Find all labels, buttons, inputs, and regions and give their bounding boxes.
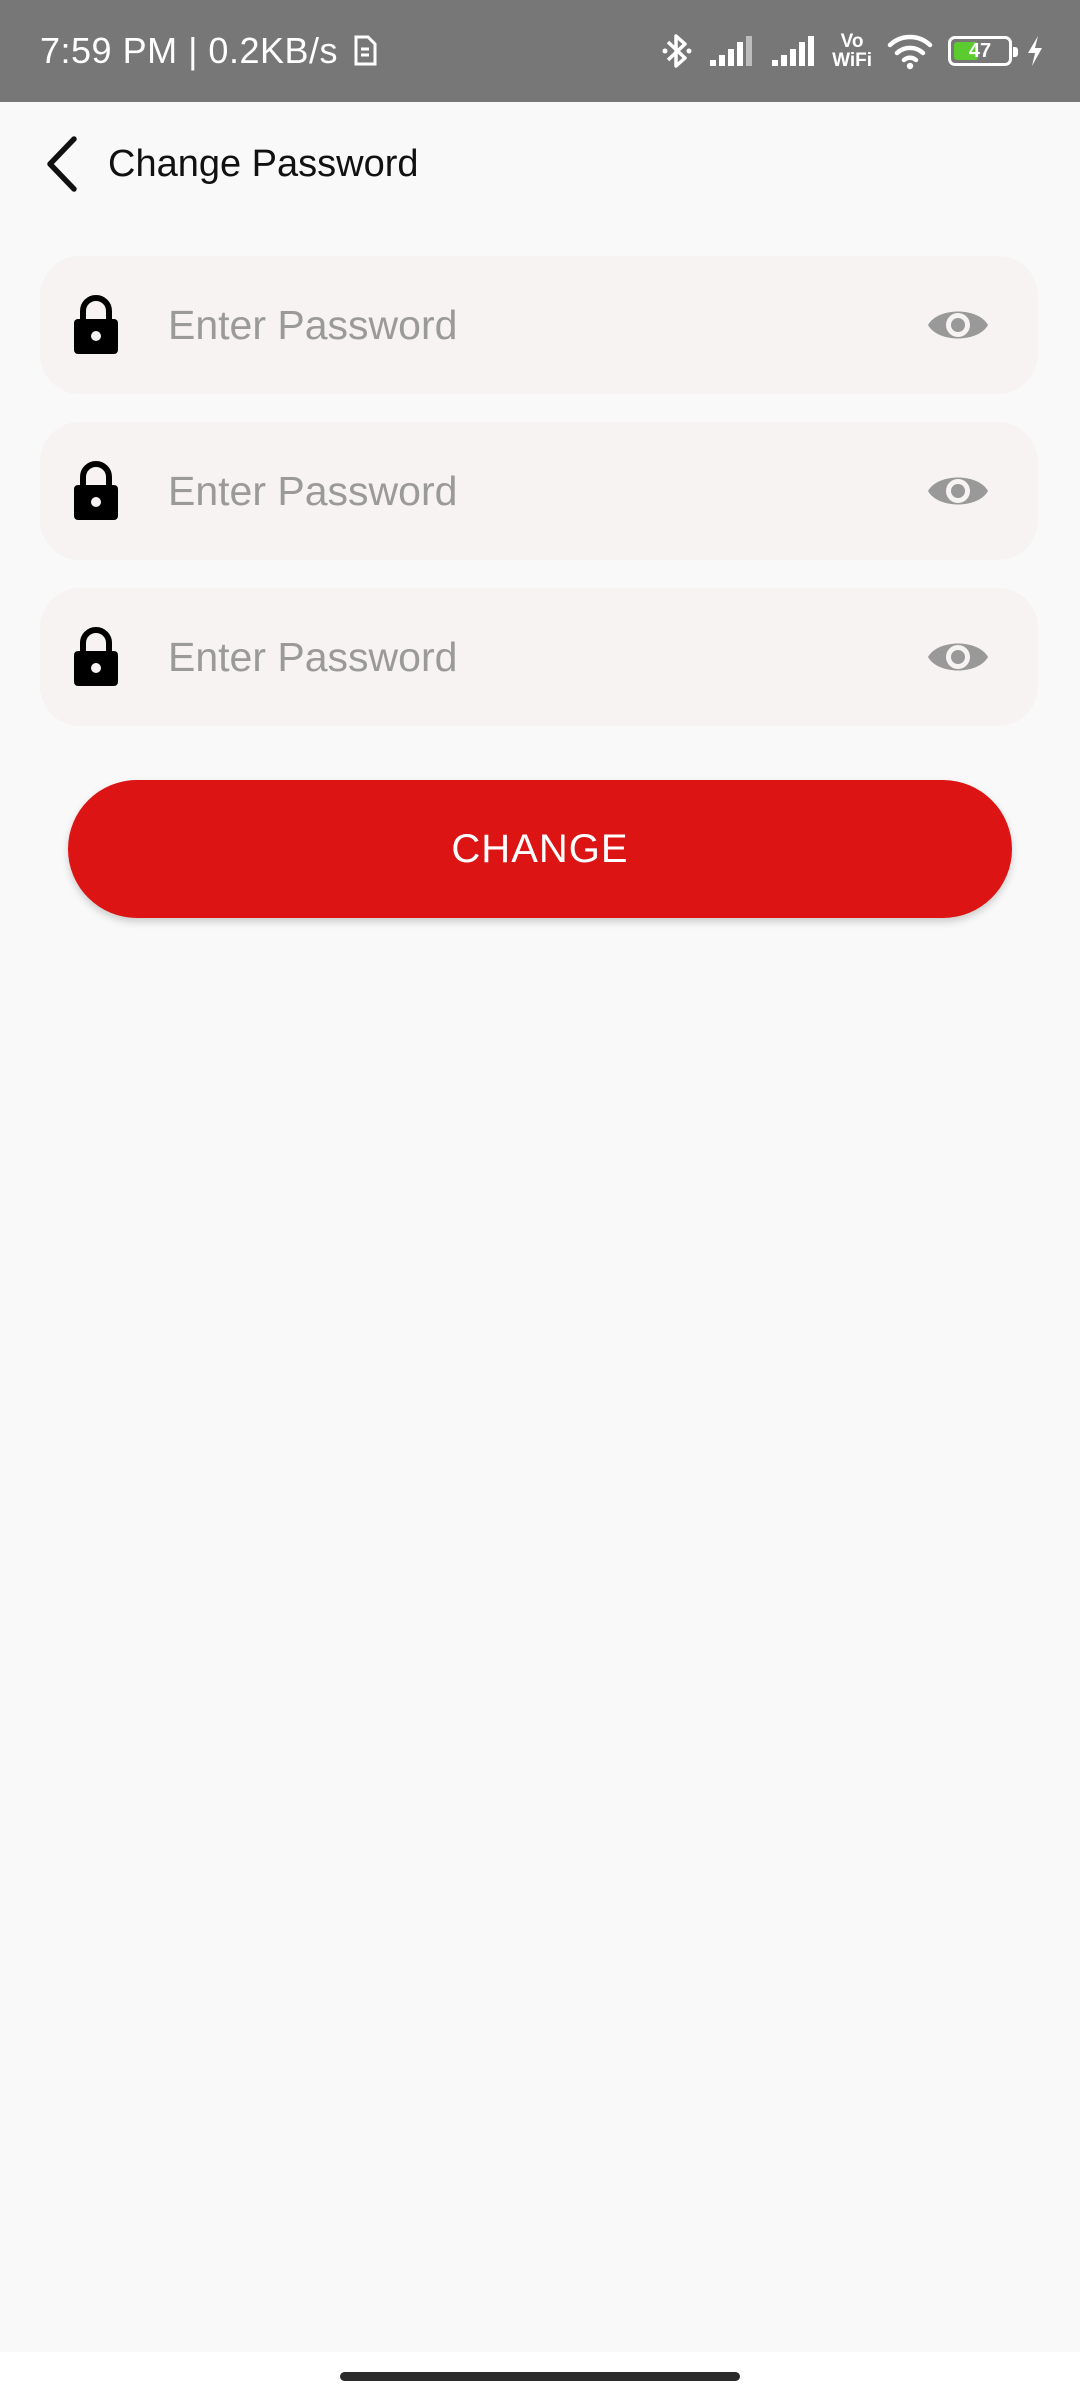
battery-level: 47 <box>968 39 992 62</box>
charging-icon <box>1028 36 1042 66</box>
status-bar: 7:59 PM | 0.2KB/s Vo WiFi 47 <box>0 0 1080 102</box>
chevron-left-icon <box>47 136 77 192</box>
eye-icon[interactable] <box>926 630 990 684</box>
signal-icon <box>772 36 815 66</box>
lock-icon <box>74 461 118 520</box>
app-header: Change Password <box>0 102 1080 226</box>
battery-cap <box>1013 47 1018 57</box>
lock-icon <box>74 627 118 686</box>
confirm-password-input[interactable] <box>168 588 928 726</box>
bluetooth-icon <box>662 34 692 68</box>
time-and-speed: 7:59 PM | 0.2KB/s <box>40 30 338 71</box>
sim-icon <box>354 35 377 66</box>
vowifi-icon: Vo WiFi <box>832 32 872 70</box>
vowifi-top: Vo <box>840 31 864 52</box>
new-password-field[interactable] <box>40 422 1038 560</box>
signal-icon <box>710 36 753 66</box>
change-button[interactable]: CHANGE <box>68 780 1012 918</box>
status-left: 7:59 PM | 0.2KB/s <box>40 0 378 102</box>
home-indicator[interactable] <box>340 2372 740 2381</box>
vowifi-bottom: WiFi <box>832 50 872 71</box>
status-right: Vo WiFi 47 <box>660 0 1044 102</box>
new-password-input[interactable] <box>168 422 928 560</box>
current-password-field[interactable] <box>40 256 1038 394</box>
eye-icon[interactable] <box>926 298 990 352</box>
confirm-password-field[interactable] <box>40 588 1038 726</box>
page-title: Change Password <box>108 142 419 185</box>
eye-icon[interactable] <box>926 464 990 518</box>
back-button[interactable] <box>28 130 96 198</box>
lock-icon <box>74 295 118 354</box>
current-password-input[interactable] <box>168 256 928 394</box>
wifi-icon <box>887 34 933 70</box>
battery-icon: 47 <box>948 36 1018 66</box>
